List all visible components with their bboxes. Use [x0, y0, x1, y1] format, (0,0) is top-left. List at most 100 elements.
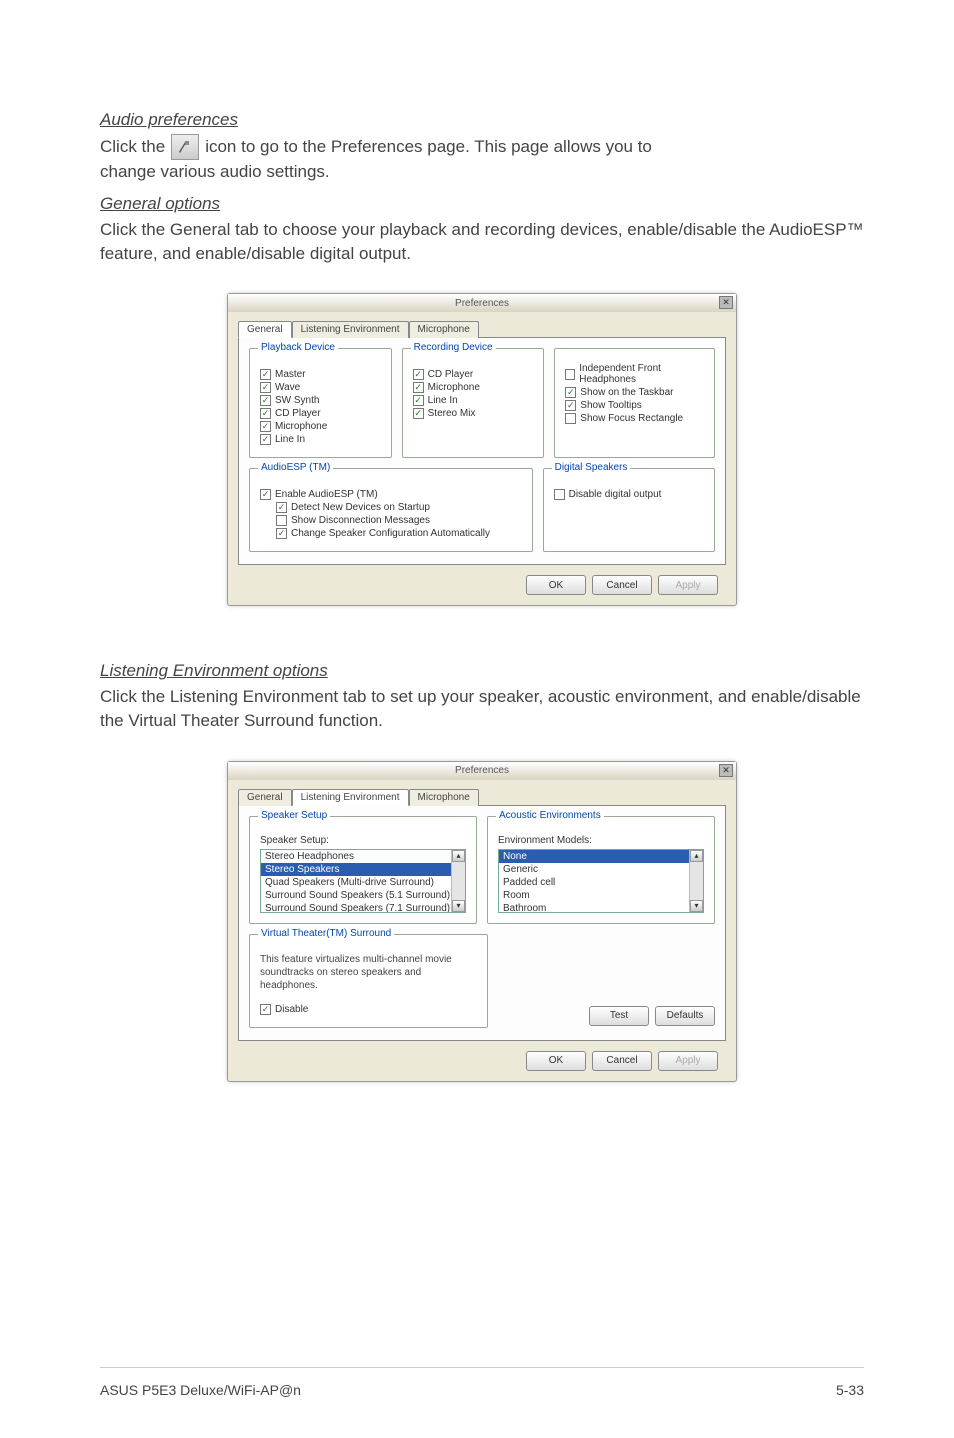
scroll-up-icon[interactable]: ▴ — [690, 850, 703, 862]
playback-checkbox[interactable]: ✓CD Player — [260, 408, 381, 419]
preferences-dialog-general: Preferences ✕ General Listening Environm… — [227, 293, 737, 606]
checkbox-label: Change Speaker Configuration Automatical… — [291, 528, 490, 539]
scrollbar[interactable]: ▴ ▾ — [689, 850, 703, 912]
text-click-the: Click the — [100, 135, 165, 159]
checkbox-icon: ✓ — [260, 434, 271, 445]
test-button[interactable]: Test — [589, 1006, 649, 1026]
checkbox-label: Show Tooltips — [580, 400, 642, 411]
checkbox-icon — [565, 413, 576, 424]
cancel-button[interactable]: Cancel — [592, 1051, 652, 1071]
list-item[interactable]: None — [499, 850, 703, 863]
digital-checkbox[interactable]: Disable digital output — [554, 489, 704, 500]
recording-checkbox[interactable]: ✓Line In — [413, 395, 534, 406]
close-icon[interactable]: ✕ — [719, 296, 733, 309]
dialog-titlebar: Preferences ✕ — [228, 294, 736, 312]
option-checkbox[interactable]: ✓Show Tooltips — [565, 400, 704, 411]
scrollbar[interactable]: ▴ ▾ — [451, 850, 465, 912]
playback-checkbox[interactable]: ✓Line In — [260, 434, 381, 445]
disable-checkbox[interactable]: ✓ Disable — [260, 1004, 477, 1015]
tab-panel-listening: Speaker Setup Speaker Setup: Stereo Head… — [238, 805, 726, 1041]
recording-checkbox[interactable]: ✓ CD Player — [413, 369, 534, 380]
listening-env-heading: Listening Environment options — [100, 661, 864, 681]
dialog-button-row: OK Cancel Apply — [238, 575, 726, 595]
scroll-down-icon[interactable]: ▾ — [690, 900, 703, 912]
text-icon-to-go: icon to go to the Preferences page. This… — [205, 135, 652, 159]
option-checkbox[interactable]: Show Focus Rectangle — [565, 413, 704, 424]
list-item[interactable]: Quad Speakers (Multi-drive Surround) — [261, 876, 465, 889]
playback-checkbox[interactable]: ✓SW Synth — [260, 395, 381, 406]
tab-microphone[interactable]: Microphone — [409, 789, 479, 806]
checkbox-icon: ✓ — [276, 528, 287, 539]
ok-button[interactable]: OK — [526, 1051, 586, 1071]
tab-general[interactable]: General — [238, 789, 292, 806]
virtual-theater-group: Virtual Theater(TM) Surround This featur… — [249, 934, 488, 1028]
scroll-down-icon[interactable]: ▾ — [452, 900, 465, 912]
acoustic-env-group: Acoustic Environments Environment Models… — [487, 816, 715, 924]
digital-legend: Digital Speakers — [552, 462, 631, 473]
list-item[interactable]: Stereo Speakers — [261, 863, 465, 876]
dialog-titlebar: Preferences ✕ — [228, 762, 736, 780]
audioesp-checkbox[interactable]: ✓Enable AudioESP (TM) — [260, 489, 522, 500]
playback-checkbox[interactable]: ✓Master — [260, 369, 381, 380]
checkbox-icon — [554, 489, 565, 500]
speaker-setup-listbox[interactable]: Stereo HeadphonesStereo SpeakersQuad Spe… — [260, 849, 466, 913]
footer-right: 5-33 — [836, 1382, 864, 1398]
list-item[interactable]: Room — [499, 889, 703, 902]
checkbox-icon: ✓ — [260, 489, 271, 500]
tab-listening-environment[interactable]: Listening Environment — [292, 789, 409, 806]
checkbox-icon — [276, 515, 287, 526]
audioesp-checkbox[interactable]: Show Disconnection Messages — [276, 515, 522, 526]
checkbox-icon: ✓ — [260, 1004, 271, 1015]
audio-preferences-heading: Audio preferences — [100, 110, 864, 130]
list-item[interactable]: Padded cell — [499, 876, 703, 889]
apply-button[interactable]: Apply — [658, 1051, 718, 1071]
checkbox-label: CD Player — [275, 408, 321, 419]
defaults-button[interactable]: Defaults — [655, 1006, 715, 1026]
audioesp-checkbox[interactable]: ✓Detect New Devices on Startup — [276, 502, 522, 513]
list-item[interactable]: Bathroom — [499, 902, 703, 913]
general-options-body: Click the General tab to choose your pla… — [100, 218, 864, 266]
apply-button[interactable]: Apply — [658, 575, 718, 595]
env-models-listbox[interactable]: NoneGenericPadded cellRoomBathroom ▴ ▾ — [498, 849, 704, 913]
checkbox-icon: ✓ — [276, 502, 287, 513]
speaker-setup-group: Speaker Setup Speaker Setup: Stereo Head… — [249, 816, 477, 924]
cancel-button[interactable]: Cancel — [592, 575, 652, 595]
checkbox-label: Microphone — [275, 421, 327, 432]
checkbox-label: Disable digital output — [569, 489, 662, 500]
tab-panel-general: Playback Device ✓Master✓Wave✓SW Synth✓CD… — [238, 337, 726, 565]
scroll-up-icon[interactable]: ▴ — [452, 850, 465, 862]
option-checkbox[interactable]: Independent Front Headphones — [565, 363, 704, 385]
tab-listening-environment[interactable]: Listening Environment — [292, 321, 409, 338]
checkbox-icon: ✓ — [260, 382, 271, 393]
speaker-setup-legend: Speaker Setup — [258, 810, 330, 821]
misc-options-group: Independent Front Headphones ✓Show on the… — [554, 348, 715, 458]
list-item[interactable]: Stereo Headphones — [261, 850, 465, 863]
playback-legend: Playback Device — [258, 342, 338, 353]
preferences-dialog-listening: Preferences ✕ General Listening Environm… — [227, 761, 737, 1082]
close-icon[interactable]: ✕ — [719, 764, 733, 777]
checkbox-label: Wave — [275, 382, 300, 393]
recording-checkbox[interactable]: ✓Microphone — [413, 382, 534, 393]
tab-general[interactable]: General — [238, 321, 292, 338]
disable-label: Disable — [275, 1004, 308, 1015]
ok-button[interactable]: OK — [526, 575, 586, 595]
checkbox-label: SW Synth — [275, 395, 319, 406]
checkbox-label: Line In — [428, 395, 458, 406]
audioesp-checkbox[interactable]: ✓ Change Speaker Configuration Automatica… — [276, 528, 522, 539]
checkbox-label: CD Player — [428, 369, 474, 380]
list-item[interactable]: Surround Sound Speakers (5.1 Surround) — [261, 889, 465, 902]
audioesp-legend: AudioESP (TM) — [258, 462, 333, 473]
recording-checkbox[interactable]: ✓Stereo Mix — [413, 408, 534, 419]
playback-checkbox[interactable]: ✓ Wave — [260, 382, 381, 393]
checkbox-label: Show Disconnection Messages — [291, 515, 430, 526]
list-item[interactable]: Surround Sound Speakers (7.1 Surround) — [261, 902, 465, 913]
playback-checkbox[interactable]: ✓ Microphone — [260, 421, 381, 432]
tab-microphone[interactable]: Microphone — [409, 321, 479, 338]
general-options-heading: General options — [100, 194, 864, 214]
list-item[interactable]: Generic — [499, 863, 703, 876]
option-checkbox[interactable]: ✓Show on the Taskbar — [565, 387, 704, 398]
checkbox-icon: ✓ — [260, 421, 271, 432]
audio-preferences-line2: change various audio settings. — [100, 160, 864, 184]
tab-bar: General Listening Environment Microphone — [238, 789, 726, 806]
checkbox-icon: ✓ — [413, 369, 424, 380]
